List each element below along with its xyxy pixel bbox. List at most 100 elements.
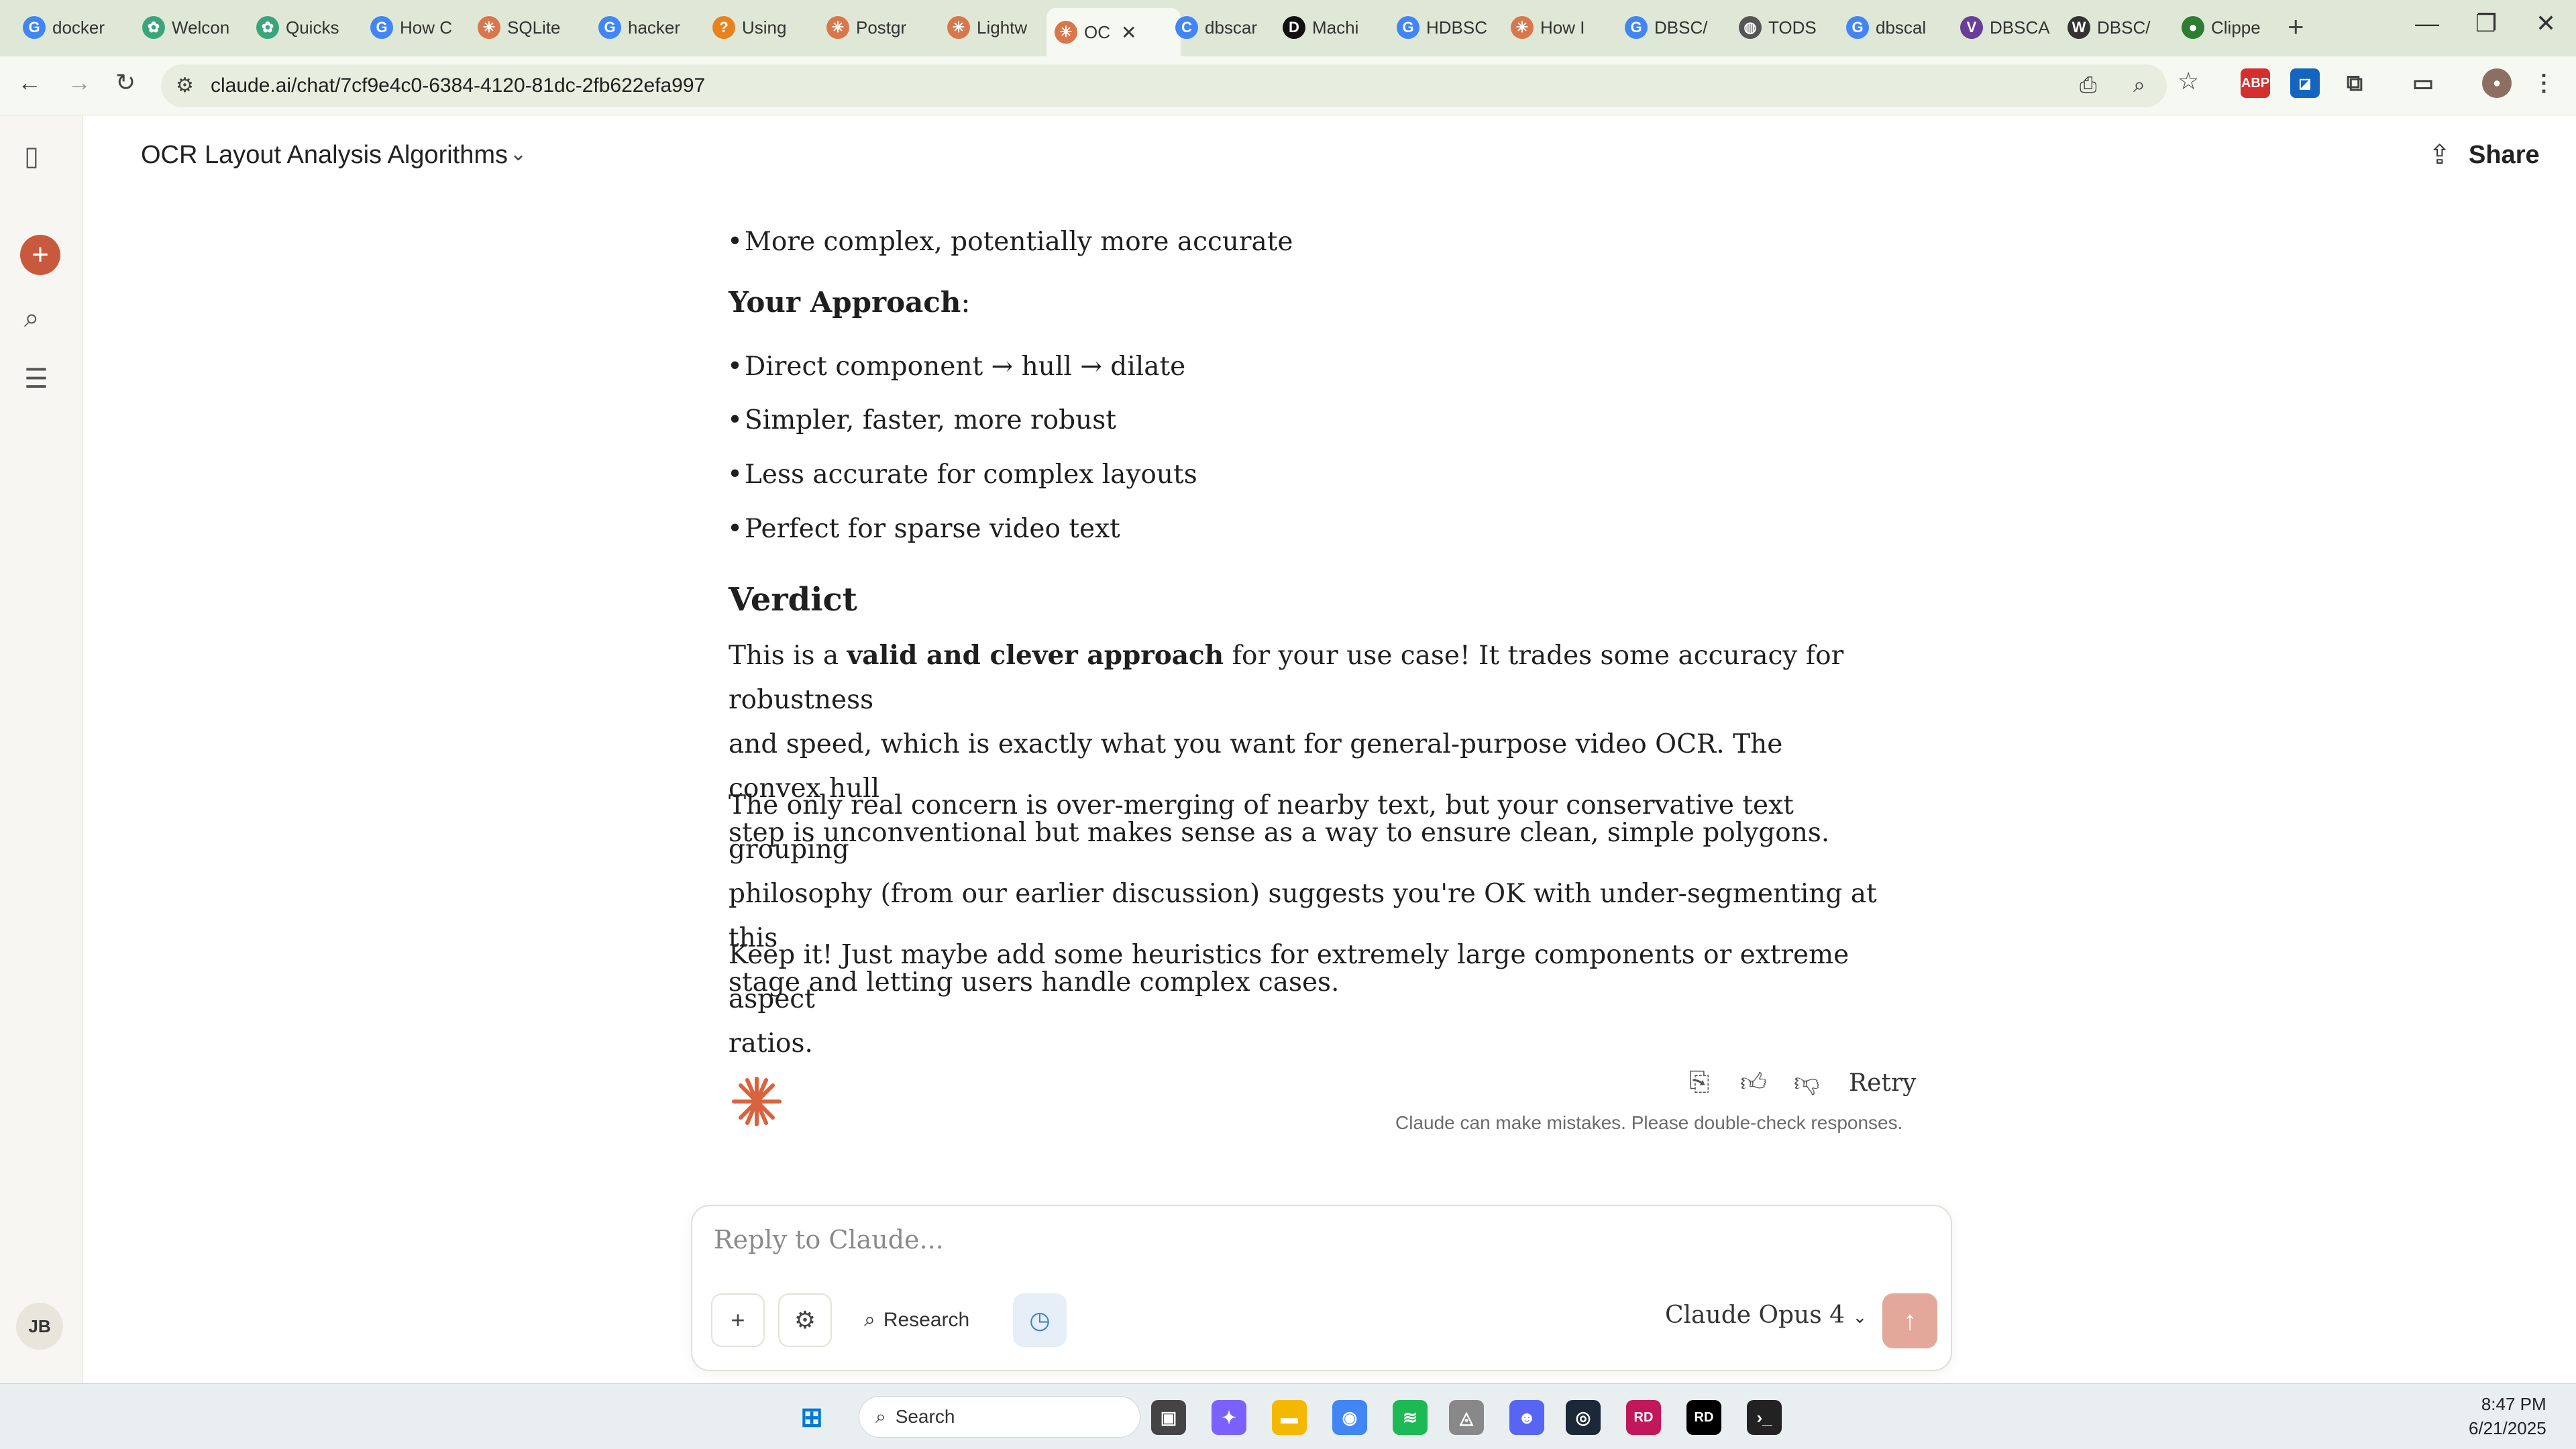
add-attachment-button[interactable]: + [711,1293,765,1347]
new-chat-button[interactable]: + [20,235,60,275]
zoom-icon[interactable]: ⌕ [2133,72,2145,98]
tab-18[interactable]: W DBSC/ [2059,8,2167,47]
chrome-icon[interactable]: ◉ [1332,1400,1367,1435]
tab-label: Clippe [2211,17,2261,38]
tab-16[interactable]: Gdbscal [1838,8,1945,47]
tools-settings-button[interactable]: ⚙ [778,1293,832,1347]
adblock-extension-icon[interactable]: ABP [2241,68,2270,98]
thumbs-down-icon[interactable]: 👎︎ [1794,1068,1820,1098]
restore-icon[interactable]: ❐ [2475,9,2497,38]
model-selector[interactable]: Claude Opus 4 ⌄ [1665,1301,1867,1329]
tab-favicon-icon: ✳ [947,16,970,39]
steam-icon[interactable]: ◎ [1566,1400,1601,1435]
text-line: This is a valid and clever approach for … [729,633,1882,722]
bookmark-star-icon[interactable]: ☆ [2178,67,2199,95]
terminal-icon[interactable]: ›_ [1747,1400,1782,1435]
tab-search-icon[interactable]: ▭ [2408,68,2438,98]
tab-13[interactable]: ✳ How I [1503,8,1610,47]
extension-icon[interactable]: ◪ [2290,68,2320,98]
tab-10[interactable]: Cdbscar [1167,8,1268,47]
list-item: Direct component → hull → dilate [727,345,1186,389]
url-input[interactable] [209,71,1283,101]
tab-19[interactable]: ● Clippe [2174,8,2274,47]
spotify-icon[interactable]: ≋ [1393,1400,1428,1435]
app-icon[interactable]: ◬ [1449,1400,1484,1435]
tab-label: HDBSC [1426,17,1488,38]
send-button[interactable]: ↑ [1882,1293,1937,1348]
tab-favicon-icon: ✳ [826,16,849,39]
chats-history-icon[interactable]: ☰ [24,364,48,394]
browser-menu-icon[interactable]: ⋮ [2529,68,2559,98]
tab-1[interactable]: ✿ Welcon [134,8,245,47]
reply-input[interactable] [712,1224,1920,1271]
site-info-icon[interactable]: ⚙ [176,74,194,97]
tab-2[interactable]: ✿ Quicks [248,8,356,47]
share-icon[interactable]: ⇪ [2428,140,2451,170]
minimize-icon[interactable]: — [2415,9,2439,38]
tab-7[interactable]: ✳ Postgr [818,8,932,47]
tab-9[interactable]: ✳ OC ✕ [1046,8,1181,56]
sidebar-toggle-icon[interactable]: ▯ [24,141,39,172]
research-button[interactable]: ⌕ Research [857,1301,976,1339]
list-item: Less accurate for complex layouts [727,453,1197,497]
reload-icon[interactable]: ↻ [115,68,136,97]
copy-icon[interactable]: ⎘ [1689,1068,1709,1097]
tab-favicon-icon: W [2068,16,2090,39]
retry-button[interactable]: Retry [1849,1069,1916,1097]
tab-15[interactable]: ◍ TODS [1731,8,1831,47]
tab-3[interactable]: G How C [362,8,463,47]
bullet1-b: hull → dilate [1021,352,1186,382]
system-clock[interactable]: 8:47 PM 6/21/2025 [2469,1392,2546,1440]
taskbar-search[interactable]: ⌕ Search [859,1396,1140,1438]
tab-label: OC [1084,21,1110,42]
profile-avatar-icon[interactable]: ● [2482,68,2512,98]
close-window-icon[interactable]: ✕ [2536,9,2556,38]
rider-icon[interactable]: RD [1626,1400,1661,1435]
tab-label: TODS [1768,17,1817,38]
clock-time: 8:47 PM [2481,1394,2546,1414]
jetbrains-icon[interactable]: RD [1686,1400,1721,1435]
tab-favicon-icon: ✳ [478,16,500,39]
discord-icon[interactable]: ☻ [1509,1400,1544,1435]
search-chats-icon[interactable]: ⌕ [24,303,39,333]
bullet1-a: Direct component [745,352,983,382]
tab-12[interactable]: G HDBSC [1389,8,1496,47]
back-icon[interactable]: ← [17,68,42,97]
tab-6[interactable]: ? Using [704,8,812,47]
verdict-heading: Verdict [729,581,857,619]
install-app-icon[interactable]: ⎙ [2080,72,2097,98]
tab-17[interactable]: V DBSCA [1952,8,2053,47]
tab-4[interactable]: ✳ SQLite [470,8,580,47]
address-bar[interactable]: ⚙ ⎙ ⌕ [161,64,2167,107]
tab-0[interactable]: Gdocker [15,8,129,47]
forward-icon[interactable]: → [67,68,91,97]
tab-label: Using [742,17,787,38]
tab-favicon-icon: G [23,16,46,39]
chat-title[interactable]: OCR Layout Analysis Algorithms [141,141,508,170]
task-view-icon[interactable]: ▣ [1151,1400,1186,1435]
thumbs-up-icon[interactable]: 👍︎ [1740,1068,1767,1098]
sidebar: ▯ + ⌕ ☰ JB [0,115,83,1383]
tab-favicon-icon: ✳ [1055,21,1077,44]
file-explorer-icon[interactable]: ▬ [1272,1400,1307,1435]
tab-label: Postgr [856,17,907,38]
copilot-icon[interactable]: ✦ [1212,1400,1246,1435]
approach-heading: Your Approach: [729,286,1882,319]
new-tab-button[interactable]: + [2288,11,2304,43]
tab-favicon-icon: ◍ [1739,16,1762,39]
extensions-puzzle-icon[interactable]: ⧉ [2340,68,2369,98]
tab-favicon-icon: ● [2182,16,2204,39]
tab-8[interactable]: ✳ Lightw [939,8,1040,47]
research-icon: ⌕ [864,1309,875,1331]
close-tab-icon[interactable]: ✕ [1121,21,1136,44]
extended-thinking-button[interactable]: ◷ [1013,1293,1067,1347]
tab-14[interactable]: G DBSC/ [1617,8,1724,47]
tab-label: hacker [628,17,681,38]
tab-11[interactable]: D Machi [1275,8,1382,47]
windows-start-icon[interactable]: ⊞ [794,1400,829,1435]
arrow-text: → [991,352,1014,382]
user-avatar[interactable]: JB [16,1303,63,1350]
share-button[interactable]: Share [2469,141,2540,170]
tab-5[interactable]: Ghacker [590,8,698,47]
chevron-down-icon[interactable]: ⌄ [510,142,527,166]
